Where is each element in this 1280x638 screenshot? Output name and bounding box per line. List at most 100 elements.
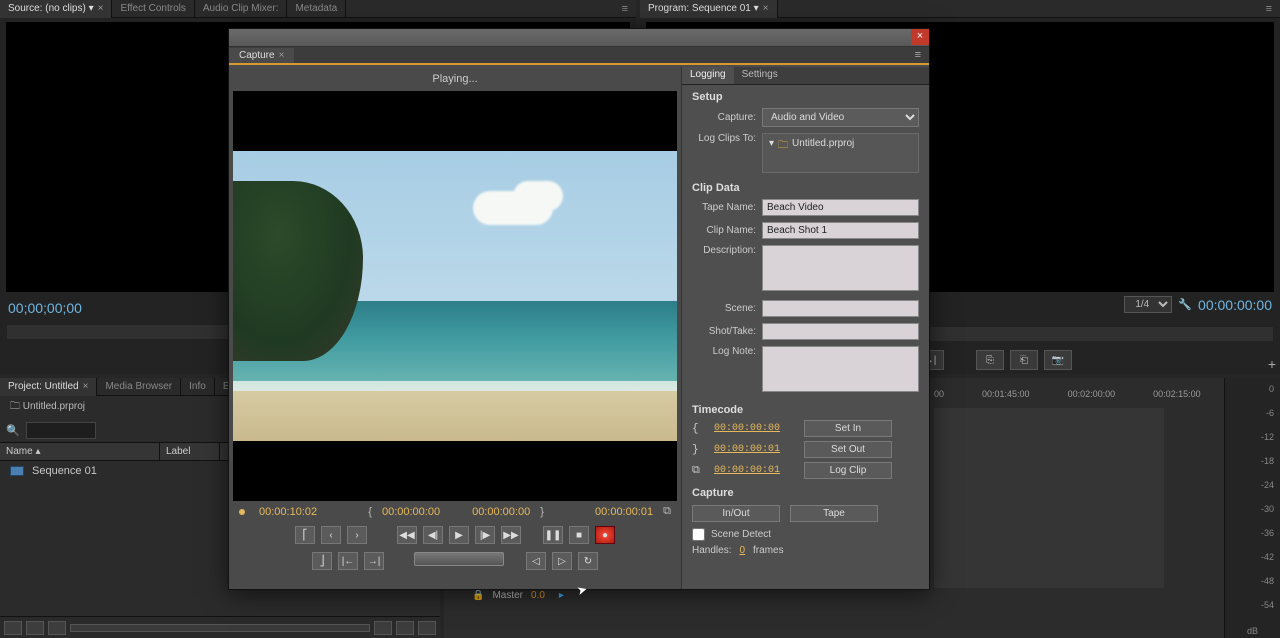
set-in-icon[interactable]: ⎡ bbox=[295, 526, 315, 544]
brace-in-icon: { bbox=[368, 506, 372, 518]
tab-program[interactable]: Program: Sequence 01 ▾× bbox=[640, 0, 778, 18]
icon-view-icon[interactable] bbox=[26, 621, 44, 635]
master-label: Master bbox=[492, 590, 523, 601]
add-button-icon[interactable]: + bbox=[1268, 356, 1276, 372]
tc-in[interactable]: 00:00:00:00 bbox=[714, 423, 794, 434]
tab-logging[interactable]: Logging bbox=[682, 67, 734, 84]
close-icon[interactable]: × bbox=[83, 381, 89, 392]
chevron-down-icon: ▾ bbox=[89, 3, 94, 14]
play-icon[interactable]: ▶ bbox=[449, 526, 469, 544]
tab-settings[interactable]: Settings bbox=[734, 67, 786, 84]
step-back-icon[interactable]: ◀| bbox=[423, 526, 443, 544]
meter-mark: 0 bbox=[1269, 384, 1274, 394]
close-icon[interactable]: × bbox=[98, 3, 104, 14]
record-icon[interactable]: ● bbox=[595, 526, 615, 544]
close-icon[interactable]: × bbox=[763, 3, 769, 14]
tc-out[interactable]: 00:00:00:01 bbox=[714, 444, 794, 455]
handles-value[interactable]: 0 bbox=[739, 545, 745, 556]
wrench-icon[interactable]: 🔧 bbox=[1178, 298, 1192, 311]
capture-tape-button[interactable]: Tape bbox=[790, 505, 878, 522]
duration-timecode[interactable]: 00:00:00:01 bbox=[595, 506, 653, 518]
next-scene-icon[interactable]: › bbox=[347, 526, 367, 544]
freeform-icon[interactable] bbox=[48, 621, 66, 635]
tab-project[interactable]: Project: Untitled× bbox=[0, 378, 97, 396]
slow-fwd-icon[interactable]: ▷ bbox=[552, 552, 572, 570]
chevron-down-icon: ▾ bbox=[769, 138, 774, 149]
scene-detect-checkbox[interactable] bbox=[692, 528, 705, 541]
new-bin-icon[interactable] bbox=[374, 621, 392, 635]
set-out-button[interactable]: Set Out bbox=[804, 441, 892, 458]
lift-icon[interactable]: ⎘ bbox=[976, 350, 1004, 370]
search-input[interactable] bbox=[26, 422, 96, 439]
capture-preview-pane: Playing... 00:00:10:02 { 00:00:00:00 bbox=[229, 67, 681, 589]
tc-duration[interactable]: 00:00:00:01 bbox=[714, 465, 794, 476]
capture-inout-button[interactable]: In/Out bbox=[692, 505, 780, 522]
step-fwd-icon[interactable]: |▶ bbox=[475, 526, 495, 544]
tab-effect-controls[interactable]: Effect Controls bbox=[112, 0, 194, 18]
panel-menu-icon[interactable]: ≡ bbox=[1258, 3, 1280, 15]
in-timecode[interactable]: 00:00:00:00 bbox=[382, 506, 440, 518]
handles-label: Handles: bbox=[692, 545, 731, 556]
lognote-input[interactable] bbox=[762, 346, 919, 392]
tab-info[interactable]: Info bbox=[181, 378, 215, 396]
close-icon[interactable]: × bbox=[911, 29, 929, 45]
project-footer bbox=[0, 616, 440, 638]
meter-mark: -30 bbox=[1261, 504, 1274, 514]
export-frame-icon[interactable]: 📷 bbox=[1044, 350, 1072, 370]
dialog-titlebar[interactable]: × bbox=[229, 29, 929, 47]
extract-icon[interactable]: ⎗ bbox=[1010, 350, 1038, 370]
master-value[interactable]: 0.0 bbox=[531, 590, 545, 601]
logto-tree[interactable]: ▾ 🗀 Untitled.prproj bbox=[762, 133, 919, 173]
rewind-icon[interactable]: ◀◀ bbox=[397, 526, 417, 544]
capture-mode-select[interactable]: Audio and Video bbox=[762, 108, 919, 127]
playhead-icon[interactable]: ▸ bbox=[559, 590, 564, 601]
tab-metadata[interactable]: Metadata bbox=[287, 0, 346, 18]
tape-name-input[interactable] bbox=[762, 199, 919, 216]
bin-icon: 🗀 bbox=[10, 401, 20, 412]
zoom-slider[interactable] bbox=[70, 624, 370, 632]
out-timecode[interactable]: 00:00:00:00 bbox=[472, 506, 530, 518]
close-icon[interactable]: × bbox=[279, 50, 285, 61]
set-out-icon[interactable]: ⎦ bbox=[312, 552, 332, 570]
current-timecode[interactable]: 00:00:10:02 bbox=[259, 506, 317, 518]
panel-menu-icon[interactable]: ≡ bbox=[907, 49, 929, 61]
description-input[interactable] bbox=[762, 245, 919, 291]
scene-input[interactable] bbox=[762, 300, 919, 317]
prev-scene-icon[interactable]: ‹ bbox=[321, 526, 341, 544]
timeline-tracks[interactable] bbox=[934, 408, 1164, 588]
section-clipdata: Clip Data bbox=[682, 176, 929, 196]
slow-back-icon[interactable]: ◁ bbox=[526, 552, 546, 570]
program-timecode[interactable]: 00:00:00:00 bbox=[1198, 297, 1272, 313]
tab-media-browser[interactable]: Media Browser bbox=[97, 378, 181, 396]
meter-mark: -18 bbox=[1261, 456, 1274, 466]
shot-input[interactable] bbox=[762, 323, 919, 340]
panel-menu-icon[interactable]: ≡ bbox=[614, 3, 636, 15]
fast-fwd-icon[interactable]: ▶▶ bbox=[501, 526, 521, 544]
project-item-name: Sequence 01 bbox=[32, 465, 97, 477]
col-label[interactable]: Label bbox=[160, 443, 220, 460]
tab-capture[interactable]: Capture× bbox=[229, 48, 294, 63]
duration-icon: ⧉ bbox=[692, 465, 704, 477]
lock-icon[interactable]: 🔒 bbox=[472, 590, 484, 601]
brace-out-icon: } bbox=[540, 506, 544, 518]
trash-icon[interactable] bbox=[418, 621, 436, 635]
timeline-ruler[interactable]: 00 00:01:45:00 00:02:00:00 00:02:15:00 0… bbox=[934, 384, 1214, 404]
goto-out-icon[interactable]: →| bbox=[364, 552, 384, 570]
zoom-select[interactable]: 1/4 bbox=[1124, 296, 1172, 313]
list-view-icon[interactable] bbox=[4, 621, 22, 635]
tab-source[interactable]: Source: (no clips) ▾× bbox=[0, 0, 112, 18]
loop-icon[interactable]: ↻ bbox=[578, 552, 598, 570]
set-in-button[interactable]: Set In bbox=[804, 420, 892, 437]
stop-icon[interactable]: ■ bbox=[569, 526, 589, 544]
col-name[interactable]: Name ▴ bbox=[0, 443, 160, 460]
log-clip-button[interactable]: Log Clip bbox=[804, 462, 892, 479]
scene-detect-label: Scene Detect bbox=[711, 529, 771, 540]
clip-name-input[interactable] bbox=[762, 222, 919, 239]
section-setup: Setup bbox=[682, 85, 929, 105]
goto-in-icon[interactable]: |← bbox=[338, 552, 358, 570]
pause-icon[interactable]: ❚❚ bbox=[543, 526, 563, 544]
jog-shuttle[interactable] bbox=[414, 552, 504, 566]
tab-audio-mixer[interactable]: Audio Clip Mixer: bbox=[195, 0, 288, 18]
meter-mark: -42 bbox=[1261, 552, 1274, 562]
new-item-icon[interactable] bbox=[396, 621, 414, 635]
